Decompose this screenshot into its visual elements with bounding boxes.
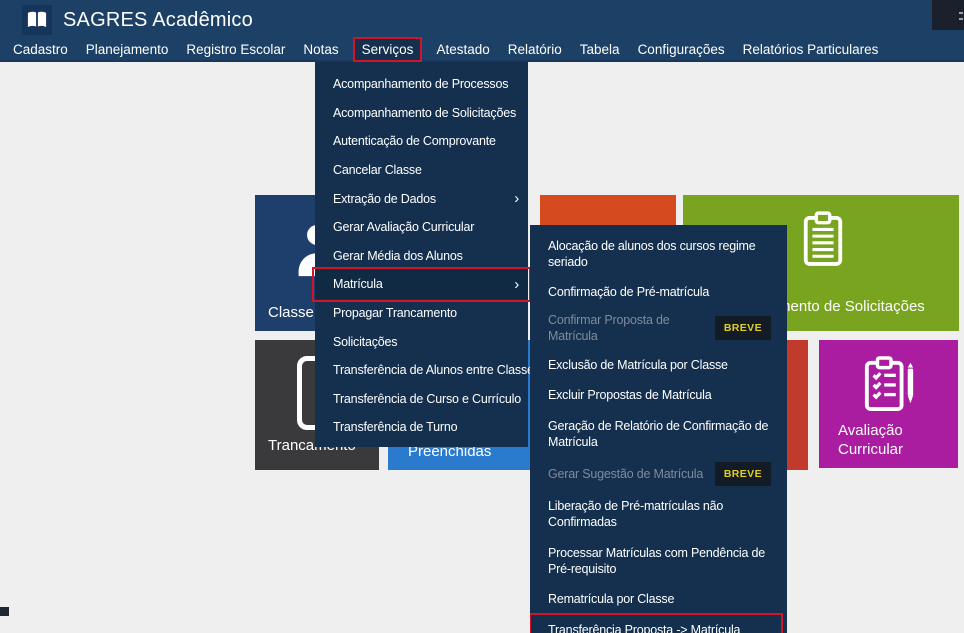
menu-item-acompanhamento-de-solicitacoes[interactable]: Acompanhamento de Solicitações <box>315 99 528 128</box>
submenu-item-alocacao-alunos-regime-seriado[interactable]: Alocação de alunos dos cursos regime ser… <box>530 230 787 277</box>
submenu-item-confirmar-proposta-matricula: Confirmar Proposta de Matrícula BREVE <box>530 307 787 349</box>
submenu-item-rematricula-por-classe[interactable]: Rematrícula por Classe <box>530 584 787 615</box>
logo-box <box>22 5 52 35</box>
nav-item-relatorio[interactable]: Relatório <box>499 38 571 61</box>
nav-item-cadastro[interactable]: Cadastro <box>4 38 77 61</box>
submenu-item-exclusao-matricula-por-classe[interactable]: Exclusão de Matrícula por Classe <box>530 349 787 380</box>
servicos-dropdown-menu: Acompanhamento de Processos Acompanhamen… <box>315 62 528 447</box>
menu-item-gerar-avaliacao-curricular[interactable]: Gerar Avaliação Curricular <box>315 213 528 242</box>
nav-item-servicos[interactable]: Serviços <box>353 37 423 62</box>
menu-item-matricula[interactable]: Matrícula› <box>315 270 528 299</box>
brand: SAGRES Acadêmico <box>22 5 253 35</box>
menu-item-solicitacoes[interactable]: Solicitações <box>315 327 528 356</box>
menu-item-transferencia-curso-curriculo[interactable]: Transferência de Curso e Currículo <box>315 385 528 414</box>
nav-item-planejamento[interactable]: Planejamento <box>77 38 178 61</box>
breve-badge: BREVE <box>715 462 771 486</box>
submenu-item-liberacao-pre-matriculas[interactable]: Liberação de Pré-matrículas não Confirma… <box>530 491 787 538</box>
nav-item-relatorios-particulares[interactable]: Relatórios Particulares <box>734 38 888 61</box>
nav-item-configuracoes[interactable]: Configurações <box>629 38 734 61</box>
submenu-chevron-icon: › <box>514 277 519 292</box>
nav-item-notas[interactable]: Notas <box>294 38 347 61</box>
menu-item-propagar-trancamento[interactable]: Propagar Trancamento <box>315 299 528 328</box>
nav-item-atestado[interactable]: Atestado <box>427 38 498 61</box>
window-edge-artifact <box>0 607 9 616</box>
menu-item-transferencia-alunos-entre-classes[interactable]: Transferência de Alunos entre Classes <box>315 356 528 385</box>
submenu-item-processar-matriculas-pendencia[interactable]: Processar Matrículas com Pendência de Pr… <box>530 537 787 584</box>
submenu-chevron-icon: › <box>514 191 519 206</box>
menu-item-gerar-media-dos-alunos[interactable]: Gerar Média dos Alunos <box>315 242 528 271</box>
menu-item-cancelar-classe[interactable]: Cancelar Classe <box>315 156 528 185</box>
tile-avaliacao-label: Avaliação Curricular <box>838 421 933 459</box>
submenu-item-excluir-propostas-matricula[interactable]: Excluir Propostas de Matrícula <box>530 380 787 411</box>
submenu-item-transferencia-proposta-matricula-pendente[interactable]: Transferência Proposta -> Matrícula Pend… <box>530 614 782 633</box>
app-header: SAGRES Acadêmico Cadastro Planejamento R… <box>0 0 964 62</box>
breve-badge: BREVE <box>715 316 771 340</box>
main-menubar: Cadastro Planejamento Registro Escolar N… <box>4 36 887 62</box>
nav-item-tabela[interactable]: Tabela <box>571 38 629 61</box>
clipboard-icon <box>800 208 846 270</box>
submenu-item-geracao-relatorio-confirmacao[interactable]: Geração de Relatório de Confirmação de M… <box>530 410 787 457</box>
menu-item-extracao-de-dados[interactable]: Extração de Dados› <box>315 184 528 213</box>
clipboard-check-pen-icon <box>863 354 917 414</box>
open-book-icon <box>26 10 48 30</box>
menu-item-autenticacao-de-comprovante[interactable]: Autenticação de Comprovante <box>315 127 528 156</box>
submenu-item-gerar-sugestao-matricula: Gerar Sugestão de Matrícula BREVE <box>530 457 787 491</box>
app-title: SAGRES Acadêmico <box>63 9 253 32</box>
menu-item-acompanhamento-de-processos[interactable]: Acompanhamento de Processos <box>315 70 528 99</box>
submenu-item-confirmacao-pre-matricula[interactable]: Confirmação de Pré-matrícula <box>530 277 787 308</box>
menu-item-transferencia-de-turno[interactable]: Transferência de Turno <box>315 413 528 442</box>
nav-item-registro-escolar[interactable]: Registro Escolar <box>177 38 294 61</box>
header-corner-button[interactable] <box>932 0 964 30</box>
matricula-submenu: Alocação de alunos dos cursos regime ser… <box>530 225 787 633</box>
sagres-academico-app: Classe Acompanhamento de Solicitações Tr… <box>0 0 964 633</box>
tile-avaliacao-curricular[interactable]: Avaliação Curricular <box>819 340 958 468</box>
tile-classe-label: Classe <box>268 304 314 321</box>
